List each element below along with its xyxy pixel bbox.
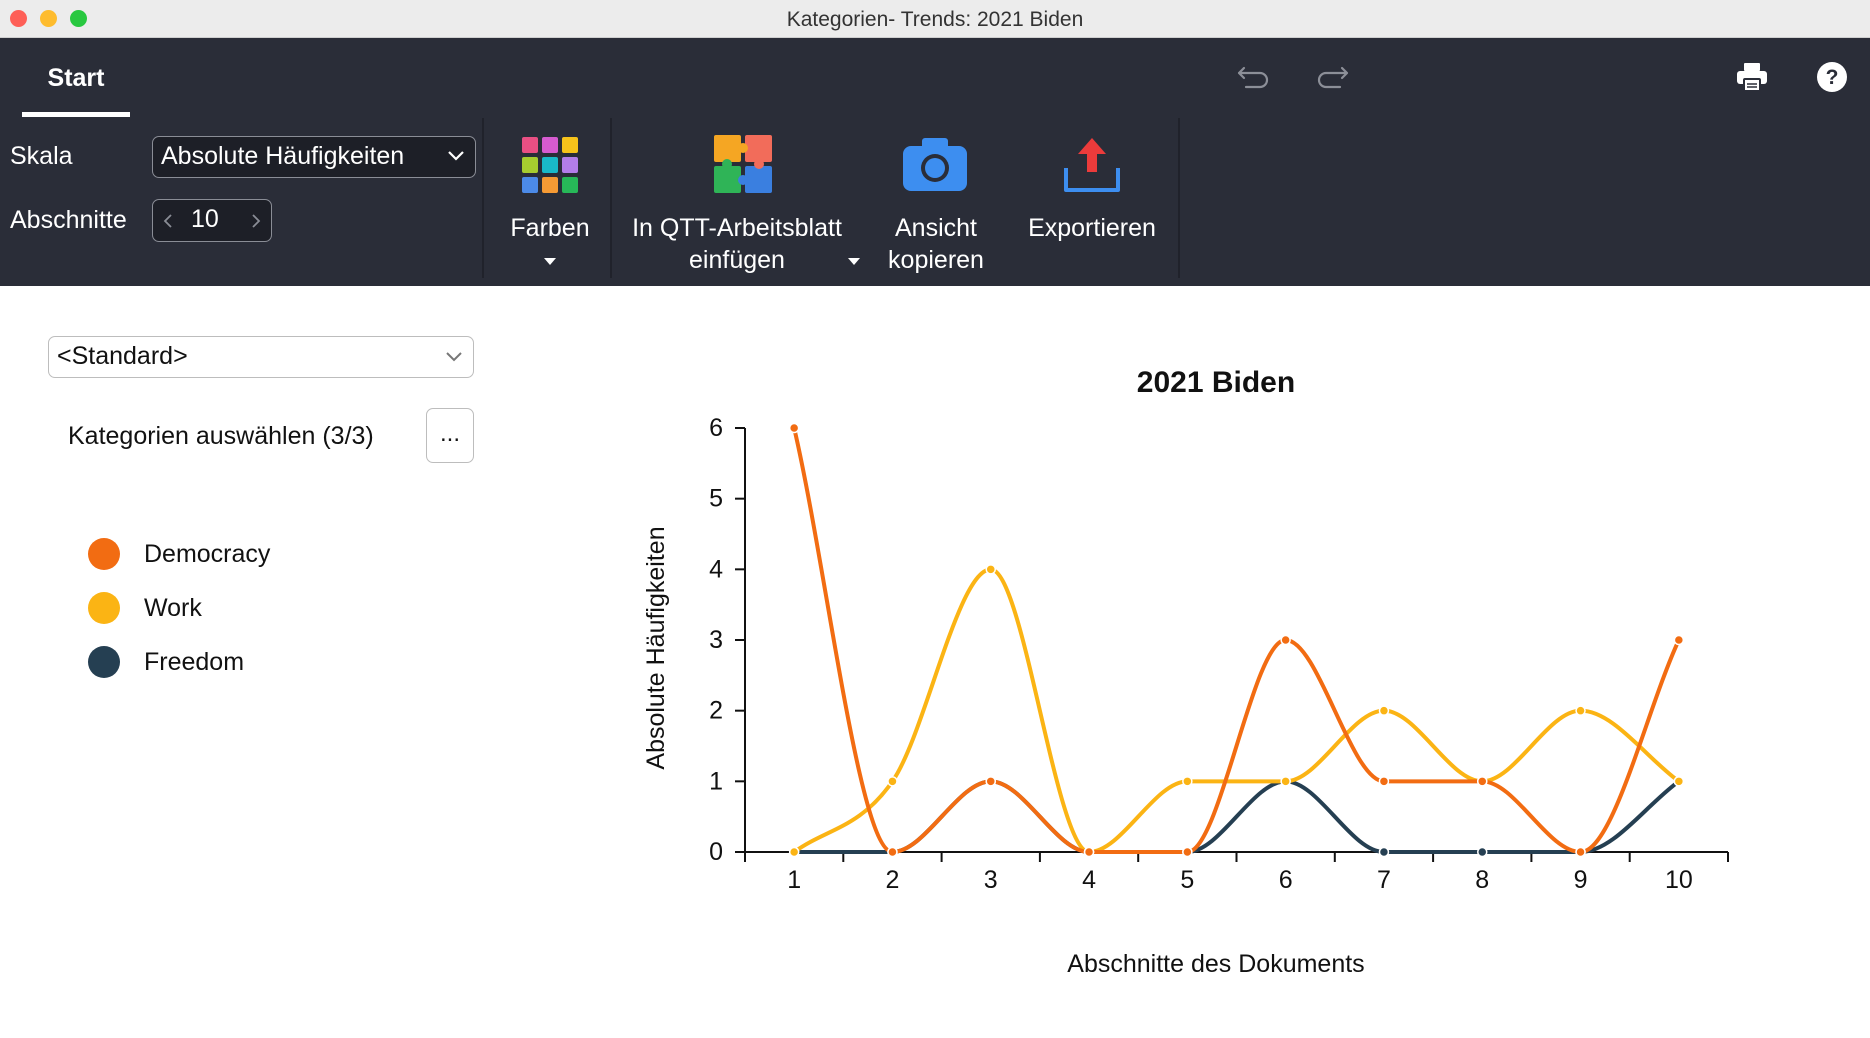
x-tick-label: 6 [1279, 866, 1293, 894]
data-point-freedom[interactable] [1477, 846, 1488, 858]
qtt-label-line1: In QTT-Arbeitsblatt [632, 214, 842, 242]
y-tick-label: 5 [709, 485, 723, 513]
palette-swatch [542, 157, 558, 173]
ansicht-label-line1: Ansicht [895, 214, 977, 242]
palette-swatch [522, 137, 538, 153]
camera-icon [903, 138, 967, 191]
ribbon-separator [482, 118, 484, 278]
x-tick-label: 2 [885, 866, 899, 894]
x-tick-label: 7 [1377, 866, 1391, 894]
data-point-work[interactable] [1378, 705, 1390, 716]
palette-swatch [562, 137, 578, 153]
chart-xlabel: Abschnitte des Dokuments [1067, 950, 1364, 978]
farben-button[interactable]: Farben [494, 118, 606, 278]
skala-select[interactable]: Absolute Häufigkeiten [152, 136, 476, 178]
help-icon[interactable]: ? [1816, 61, 1848, 93]
tab-start[interactable]: Start [22, 38, 130, 118]
redo-icon[interactable] [1316, 64, 1350, 90]
ribbon: Skala Absolute Häufigkeiten Abschnitte 1… [0, 118, 1870, 286]
farben-label: Farben [510, 214, 590, 242]
skala-select-value: Absolute Häufigkeiten [161, 142, 405, 170]
color-palette-icon [522, 137, 578, 193]
series-line-democracy [792, 426, 1681, 855]
chevron-right-icon[interactable] [251, 214, 261, 228]
chart-ylabel: Absolute Häufigkeiten [642, 526, 670, 769]
qtt-insert-button[interactable]: In QTT-Arbeitsblatt einfügen [614, 118, 860, 278]
y-tick-label: 4 [709, 555, 723, 583]
ribbon-separator [610, 118, 612, 278]
exportieren-button[interactable]: Exportieren [1016, 118, 1168, 278]
x-tick-label: 4 [1082, 866, 1096, 894]
content-area: <Standard> Kategorien auswählen (3/3) ..… [0, 286, 1870, 1038]
palette-swatch [562, 177, 578, 193]
abschnitte-value: 10 [191, 205, 219, 233]
data-point-democracy[interactable] [1378, 776, 1390, 787]
exportieren-label: Exportieren [1028, 214, 1156, 242]
x-tick-label: 8 [1475, 866, 1489, 894]
palette-swatch [562, 157, 578, 173]
abschnitte-label: Abschnitte [10, 206, 127, 234]
x-tick-label: 5 [1180, 866, 1194, 894]
chart-title: 2021 Biden [1137, 366, 1295, 399]
palette-swatch [522, 177, 538, 193]
y-tick-label: 6 [709, 414, 723, 442]
data-point-work[interactable] [1575, 705, 1586, 716]
data-point-democracy[interactable] [887, 846, 898, 858]
series-line-work [792, 567, 1681, 855]
trend-chart: 2021 Biden Absolute Häufigkeiten Abschni… [642, 366, 1729, 978]
x-tick-label: 1 [787, 866, 801, 894]
title-bar: Kategorien- Trends: 2021 Biden [0, 0, 1870, 38]
data-point-work[interactable] [1182, 776, 1193, 787]
skala-label: Skala [10, 142, 73, 170]
palette-swatch [522, 157, 538, 173]
series-line-freedom [792, 779, 1681, 855]
data-point-work[interactable] [788, 846, 800, 858]
y-tick-label: 1 [709, 767, 723, 795]
data-point-democracy[interactable] [1280, 634, 1291, 646]
data-point-work[interactable] [1280, 776, 1291, 787]
x-tick-label: 10 [1665, 866, 1693, 894]
window-title: Kategorien- Trends: 2021 Biden [786, 8, 1084, 31]
x-tick-label: 9 [1574, 866, 1588, 894]
y-tick-label: 0 [709, 838, 723, 866]
data-point-democracy[interactable] [1575, 846, 1586, 858]
data-point-freedom[interactable] [1378, 846, 1390, 858]
qtt-label-line2: einfügen [689, 246, 785, 274]
data-point-work[interactable] [985, 564, 996, 575]
data-point-work[interactable] [1673, 776, 1685, 787]
tab-start-indicator [22, 112, 130, 117]
data-point-democracy[interactable] [985, 776, 996, 787]
data-point-work[interactable] [887, 776, 898, 787]
chevron-left-icon[interactable] [163, 214, 173, 228]
tab-row: Start ? [0, 38, 1870, 118]
data-point-democracy[interactable] [1477, 776, 1488, 787]
x-tick-label: 3 [984, 866, 998, 894]
svg-text:?: ? [1826, 66, 1839, 89]
abschnitte-stepper[interactable]: 10 [152, 199, 272, 242]
qtt-dropdown-caret [848, 258, 860, 265]
y-tick-label: 2 [709, 697, 723, 725]
ansicht-kopieren-button[interactable]: Ansicht kopieren [870, 118, 1002, 278]
farben-dropdown-caret [544, 258, 556, 265]
y-tick-label: 3 [709, 626, 723, 654]
data-point-democracy[interactable] [1673, 634, 1685, 646]
print-icon[interactable] [1736, 62, 1768, 92]
chevron-down-icon [448, 151, 464, 161]
data-point-democracy[interactable] [1182, 846, 1193, 858]
data-point-democracy[interactable] [1083, 846, 1095, 858]
palette-swatch [542, 177, 558, 193]
data-point-democracy[interactable] [788, 422, 800, 434]
puzzle-icon [714, 135, 772, 193]
palette-swatch [542, 137, 558, 153]
ribbon-separator [1178, 118, 1180, 278]
undo-icon[interactable] [1236, 64, 1270, 90]
export-icon [1064, 138, 1120, 192]
toolbar: Start ? Skala Absolute Häufigkeiten Absc… [0, 38, 1870, 286]
ansicht-label-line2: kopieren [888, 246, 984, 274]
